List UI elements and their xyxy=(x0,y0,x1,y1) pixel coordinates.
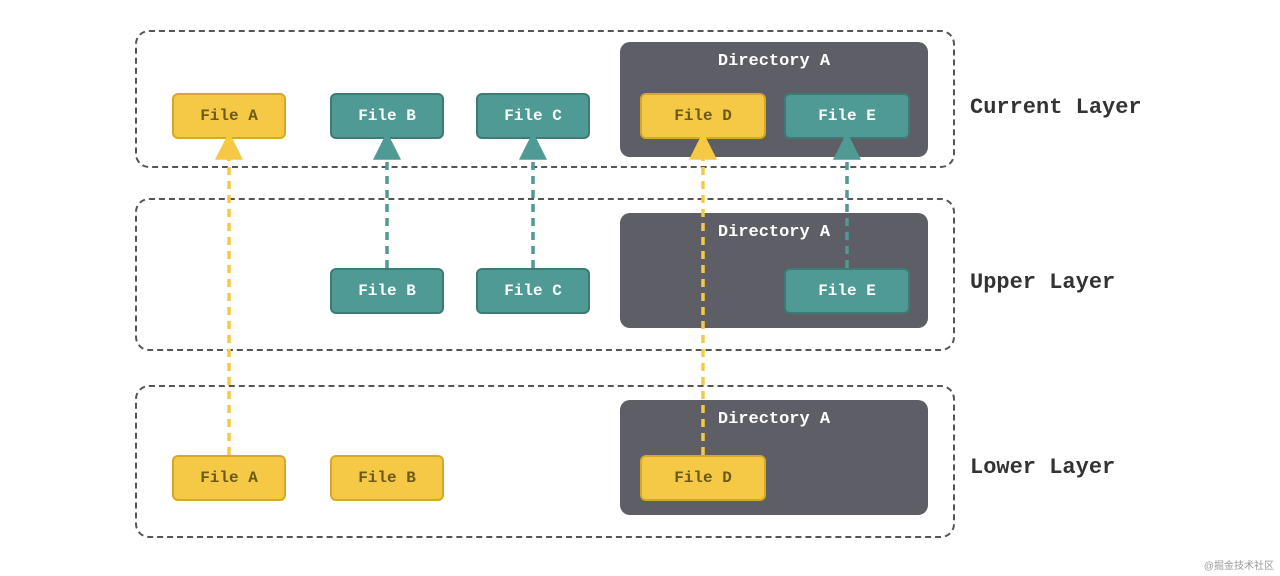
watermark: @掘金技术社区 xyxy=(1204,557,1274,572)
diagram-canvas: Current Layer Upper Layer Lower Layer Di… xyxy=(0,0,1280,576)
arrows-svg xyxy=(0,0,1280,576)
